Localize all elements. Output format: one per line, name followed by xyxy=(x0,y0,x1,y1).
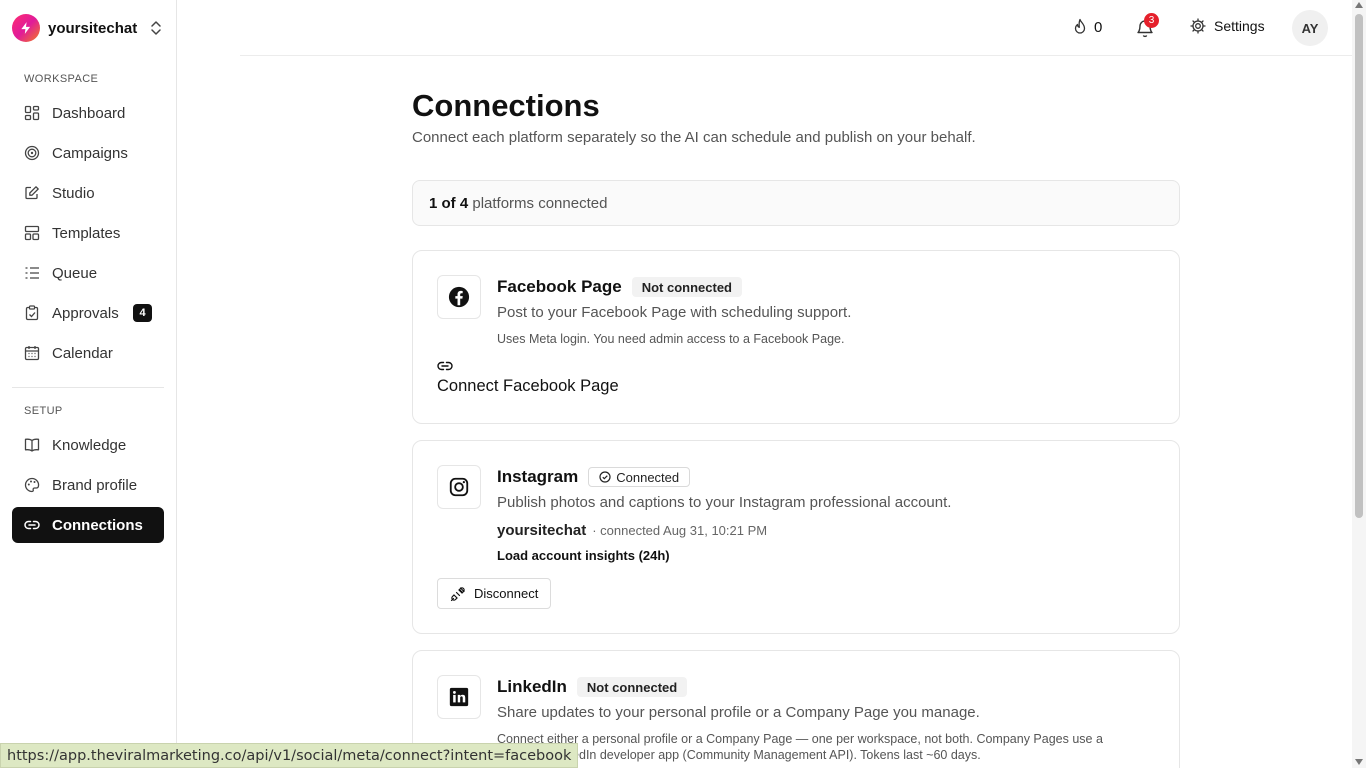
sidebar-item-knowledge[interactable]: Knowledge xyxy=(12,427,164,463)
status-badge: Connected xyxy=(588,467,691,487)
settings-label: Settings xyxy=(1214,18,1265,34)
platform-name: Facebook Page xyxy=(497,277,622,296)
bolt-icon xyxy=(21,22,31,34)
sidebar-item-brand-profile[interactable]: Brand profile xyxy=(12,467,164,503)
sidebar-item-label: Studio xyxy=(52,184,95,202)
sidebar-item-queue[interactable]: Queue xyxy=(12,255,164,291)
workspace-name: yoursitechat xyxy=(48,19,138,37)
disconnect-label: Disconnect xyxy=(474,586,539,601)
user-avatar[interactable]: AY xyxy=(1292,10,1328,46)
sidebar-item-label: Brand profile xyxy=(52,476,138,494)
facebook-connection-card: Facebook Page Not connected Post to your… xyxy=(412,250,1180,424)
check-circle-icon xyxy=(599,471,611,483)
platform-name: Instagram xyxy=(497,467,579,486)
status-label: Connected xyxy=(616,469,680,485)
brand-logo xyxy=(12,14,40,42)
scroll-down-arrow-icon[interactable] xyxy=(1355,759,1363,765)
platform-note: Connect either a personal profile or a C… xyxy=(497,732,1103,762)
credits-indicator[interactable]: 0 xyxy=(1072,18,1102,36)
flame-icon xyxy=(1074,18,1086,34)
card-header: Instagram Connected xyxy=(497,467,691,487)
platform-description: Publish photos and captions to your Inst… xyxy=(497,494,952,511)
page-title: Connections xyxy=(412,88,600,123)
sidebar-item-campaigns[interactable]: Campaigns xyxy=(12,135,164,171)
sidebar-item-approvals[interactable]: Approvals 4 xyxy=(12,295,164,331)
sidebar-item-label: Knowledge xyxy=(52,436,127,454)
status-badge: Not connected xyxy=(576,677,688,697)
edit-icon xyxy=(24,185,40,201)
link-icon xyxy=(437,361,453,371)
settings-button[interactable]: Settings xyxy=(1190,18,1265,34)
instagram-connection-card: Instagram Connected Publish photos and c… xyxy=(412,440,1180,634)
link-status-url: https://app.theviralmarketing.co/api/v1/… xyxy=(0,743,579,768)
account-connected-time: · connected Aug 31, 10:21 PM xyxy=(592,523,768,538)
sidebar-item-calendar[interactable]: Calendar xyxy=(12,335,164,371)
facebook-icon xyxy=(437,275,481,319)
connections-summary: 1 of 4 platforms connected xyxy=(412,180,1180,226)
sidebar-item-dashboard[interactable]: Dashboard xyxy=(12,95,164,131)
palette-icon xyxy=(24,477,40,493)
load-insights-link[interactable]: Load account insights (24h) xyxy=(497,548,670,563)
card-header: Facebook Page Not connected xyxy=(497,277,743,297)
platform-description: Post to your Facebook Page with scheduli… xyxy=(497,304,852,321)
workspace-switcher[interactable]: yoursitechat xyxy=(12,12,166,44)
page-subtitle: Connect each platform separately so the … xyxy=(412,129,976,146)
top-header: 0 3 Settings AY xyxy=(240,0,1352,56)
connect-facebook-button[interactable]: Connect Facebook Page xyxy=(437,359,619,396)
calendar-icon xyxy=(24,345,40,361)
disconnect-instagram-button[interactable]: Disconnect xyxy=(437,578,552,609)
layout-icon xyxy=(24,225,40,241)
target-icon xyxy=(24,145,40,161)
credits-count: 0 xyxy=(1094,18,1103,36)
connected-summary-text: platforms connected xyxy=(472,194,608,212)
connected-count: 1 of 4 xyxy=(429,194,469,212)
scroll-up-arrow-icon[interactable] xyxy=(1355,2,1363,8)
page-scrollbar[interactable] xyxy=(1352,0,1366,768)
unplug-icon xyxy=(450,586,465,601)
gear-icon xyxy=(1190,18,1206,34)
list-icon xyxy=(24,265,40,281)
sidebar-item-label: Approvals xyxy=(52,304,119,322)
platform-description: Share updates to your personal profile o… xyxy=(497,704,980,721)
sidebar-item-studio[interactable]: Studio xyxy=(12,175,164,211)
workspace-section-label: WORKSPACE xyxy=(24,73,99,85)
sidebar-item-label: Templates xyxy=(52,224,121,242)
sidebar-item-templates[interactable]: Templates xyxy=(12,215,164,251)
sidebar-divider xyxy=(12,387,164,388)
connected-account: yoursitechat · connected Aug 31, 10:21 P… xyxy=(497,522,767,539)
sidebar: yoursitechat WORKSPACE Dashboard Campaig… xyxy=(0,0,177,768)
connect-button-label: Connect Facebook Page xyxy=(437,377,619,395)
sidebar-item-label: Calendar xyxy=(52,344,113,362)
book-icon xyxy=(24,437,40,453)
approvals-count-badge: 4 xyxy=(133,304,152,322)
scrollbar-thumb[interactable] xyxy=(1355,14,1363,518)
sidebar-item-connections[interactable]: Connections xyxy=(12,507,164,543)
dashboard-icon xyxy=(24,105,40,121)
notifications-button[interactable]: 3 xyxy=(1136,13,1159,38)
sidebar-item-label: Campaigns xyxy=(52,144,128,162)
linkedin-icon xyxy=(437,675,481,719)
platform-note: Uses Meta login. You need admin access t… xyxy=(497,332,845,346)
account-name: yoursitechat xyxy=(497,522,587,539)
platform-name: LinkedIn xyxy=(497,677,567,696)
instagram-icon xyxy=(437,465,481,509)
sidebar-item-label: Dashboard xyxy=(52,104,126,122)
card-header: LinkedIn Not connected xyxy=(497,677,688,697)
sidebar-item-label: Connections xyxy=(52,516,143,534)
notifications-badge: 3 xyxy=(1144,13,1159,28)
sidebar-item-label: Queue xyxy=(52,264,98,282)
link-icon xyxy=(24,517,40,533)
setup-section-label: SETUP xyxy=(24,405,63,417)
status-badge: Not connected xyxy=(631,277,743,297)
clipboard-check-icon xyxy=(24,305,40,321)
chevron-up-down-icon[interactable] xyxy=(150,20,162,36)
